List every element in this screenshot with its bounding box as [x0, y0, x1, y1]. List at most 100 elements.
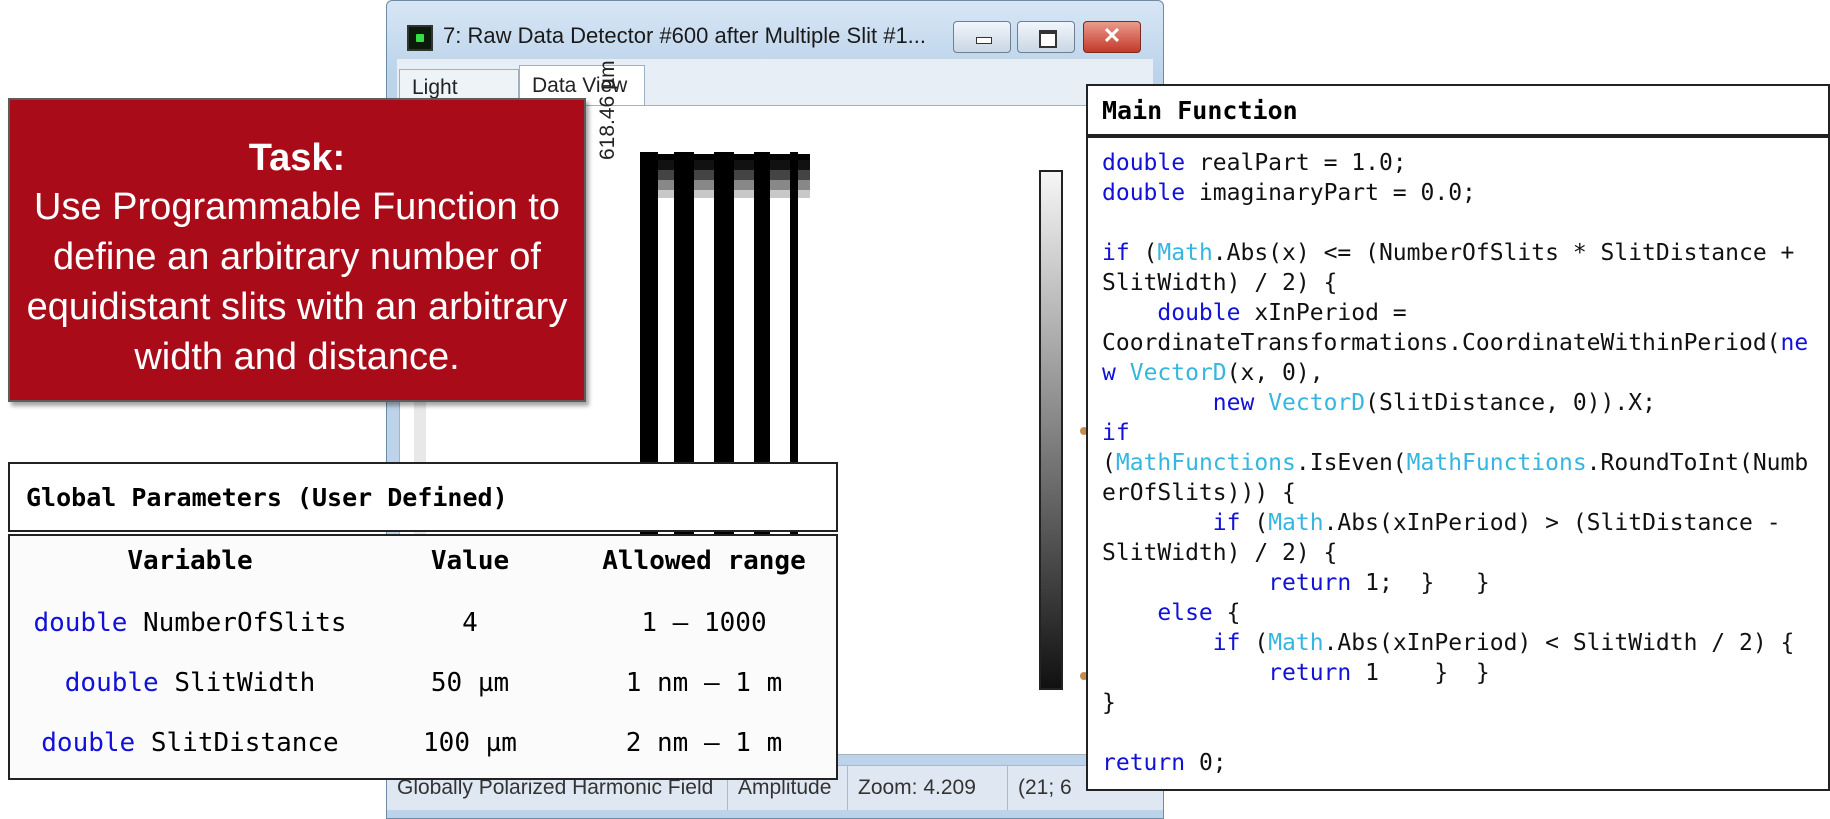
code-type: Math: [1157, 240, 1213, 266]
code-keyword: double: [1157, 300, 1241, 326]
code-text: {: [1212, 600, 1241, 626]
global-parameters-table: Variable Value Allowed range double Numb…: [8, 534, 838, 780]
code-line: (MathFunctions.IsEven(MathFunctions.Roun…: [1102, 448, 1808, 478]
param-name: SlitDistance: [150, 728, 339, 758]
code-text: CoordinateTransformations.CoordinateWith…: [1102, 330, 1781, 356]
close-icon: ✕: [1102, 23, 1122, 48]
code-keyword: else: [1157, 600, 1213, 626]
main-function-title: Main Function: [1086, 84, 1830, 136]
minimize-button[interactable]: [953, 21, 1011, 53]
dimension-label: 618.46 µm: [596, 60, 619, 160]
code-keyword: double: [1102, 180, 1186, 206]
task-card: Task: Use Programmable Function to defin…: [8, 98, 586, 402]
param-name: SlitWidth: [174, 668, 316, 698]
code-line: return 1; } }: [1102, 568, 1490, 598]
code-line: double xInPeriod =: [1102, 298, 1407, 328]
code-line: return 1 } }: [1102, 658, 1490, 688]
param-type: double: [64, 668, 159, 698]
param-range: 1 nm – 1 m: [625, 668, 783, 698]
param-type: double: [41, 728, 136, 758]
code-keyword: return: [1268, 660, 1352, 686]
code-text: .IsEven(: [1295, 450, 1407, 476]
code-line: erOfSlits))) {: [1102, 480, 1296, 506]
code-keyword: if: [1102, 240, 1130, 266]
col-header-value: Value: [430, 546, 510, 576]
code-line: if: [1102, 418, 1130, 448]
code-text: .RoundToInt(Numb: [1586, 450, 1809, 476]
code-text: xInPeriod =: [1240, 300, 1407, 326]
code-line: if (Math.Abs(xInPeriod) < SlitWidth / 2)…: [1102, 628, 1795, 658]
param-value: 100 µm: [423, 728, 517, 758]
param-type: double: [33, 608, 128, 638]
code-keyword: return: [1268, 570, 1352, 596]
app-icon: [407, 25, 433, 51]
code-type: Math: [1268, 630, 1324, 656]
code-keyword: w: [1102, 360, 1116, 386]
code-text: (x, 0),: [1226, 360, 1324, 386]
code-text: 0;: [1185, 750, 1227, 776]
code-keyword: if: [1102, 420, 1130, 446]
param-value: 50 µm: [430, 668, 510, 698]
code-text: .Abs(x) <= (NumberOfSlits * SlitDistance…: [1212, 240, 1795, 266]
code-line: if (Math.Abs(xInPeriod) > (SlitDistance …: [1102, 508, 1781, 538]
main-function-code: double realPart = 1.0; double imaginaryP…: [1086, 136, 1830, 791]
code-line: CoordinateTransformations.CoordinateWith…: [1102, 328, 1808, 358]
code-keyword: return: [1102, 750, 1186, 776]
code-keyword: ne: [1780, 330, 1809, 356]
code-line: double realPart = 1.0;: [1102, 148, 1407, 178]
code-type: MathFunctions: [1406, 450, 1587, 476]
code-type: VectorD: [1268, 390, 1366, 416]
code-line: double imaginaryPart = 0.0;: [1102, 178, 1476, 208]
status-zoom: Zoom: 4.209: [847, 766, 1007, 810]
code-text: (SlitDistance, 0)).X;: [1365, 390, 1656, 416]
code-text: (: [1129, 240, 1158, 266]
code-text: (: [1102, 450, 1116, 476]
param-variable: double NumberOfSlits: [10, 608, 370, 638]
code-type: MathFunctions: [1115, 450, 1296, 476]
code-keyword: if: [1212, 510, 1241, 536]
code-line: new VectorD(SlitDistance, 0)).X;: [1102, 388, 1656, 418]
code-text: (: [1240, 510, 1269, 536]
code-text: .Abs(xInPeriod) > (SlitDistance -: [1323, 510, 1781, 536]
param-range: 2 nm – 1 m: [625, 728, 783, 758]
task-body: Use Programmable Function to define an a…: [26, 186, 568, 378]
col-header-range: Allowed range: [602, 546, 806, 576]
global-parameters-title: Global Parameters (User Defined): [8, 462, 838, 532]
code-line: w VectorD(x, 0),: [1102, 358, 1324, 388]
param-name: NumberOfSlits: [143, 608, 347, 638]
param-variable: double SlitWidth: [10, 668, 370, 698]
param-value: 4: [462, 608, 478, 638]
code-text: 1; } }: [1351, 570, 1490, 596]
param-variable: double SlitDistance: [10, 728, 370, 758]
task-title: Task:: [248, 137, 346, 179]
color-scale-bar: [1039, 170, 1063, 690]
code-text: 1 } }: [1351, 660, 1490, 686]
code-text: (: [1240, 630, 1269, 656]
code-text: .Abs(xInPeriod) < SlitWidth / 2) {: [1323, 630, 1795, 656]
col-header-variable: Variable: [127, 546, 253, 576]
window-title: 7: Raw Data Detector #600 after Multiple…: [443, 23, 927, 48]
code-line: }: [1102, 690, 1116, 716]
code-keyword: if: [1212, 630, 1241, 656]
code-line: return 0;: [1102, 748, 1227, 778]
code-keyword: new: [1212, 390, 1255, 416]
code-keyword: double: [1102, 150, 1186, 176]
maximize-button[interactable]: [1017, 21, 1075, 53]
code-line: SlitWidth) / 2) {: [1102, 270, 1338, 296]
code-type: Math: [1268, 510, 1324, 536]
code-line: else {: [1102, 598, 1240, 628]
param-range: 1 – 1000: [641, 608, 767, 638]
code-line: SlitWidth) / 2) {: [1102, 540, 1338, 566]
close-button[interactable]: ✕: [1083, 21, 1141, 53]
code-text: imaginaryPart = 0.0;: [1185, 180, 1476, 206]
code-text: realPart = 1.0;: [1185, 150, 1407, 176]
code-type: VectorD: [1129, 360, 1227, 386]
